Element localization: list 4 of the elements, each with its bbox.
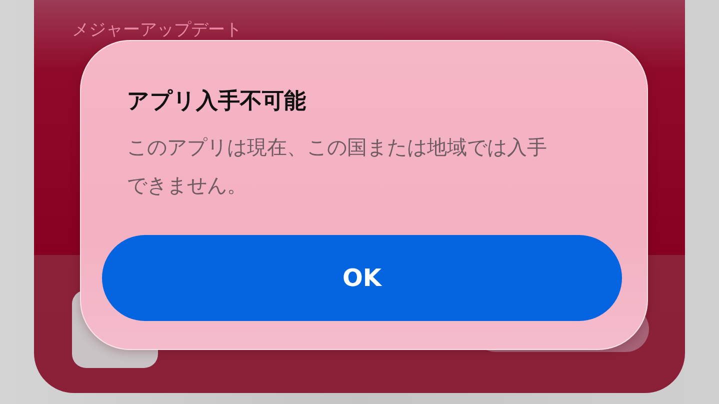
alert-message: このアプリは現在、この国または地域では入手できません。	[127, 134, 548, 199]
ok-button[interactable]: OK	[102, 235, 622, 321]
card-eyebrow: メジャーアップデート	[72, 19, 243, 41]
alert-title: アプリ入手不可能	[127, 88, 307, 116]
